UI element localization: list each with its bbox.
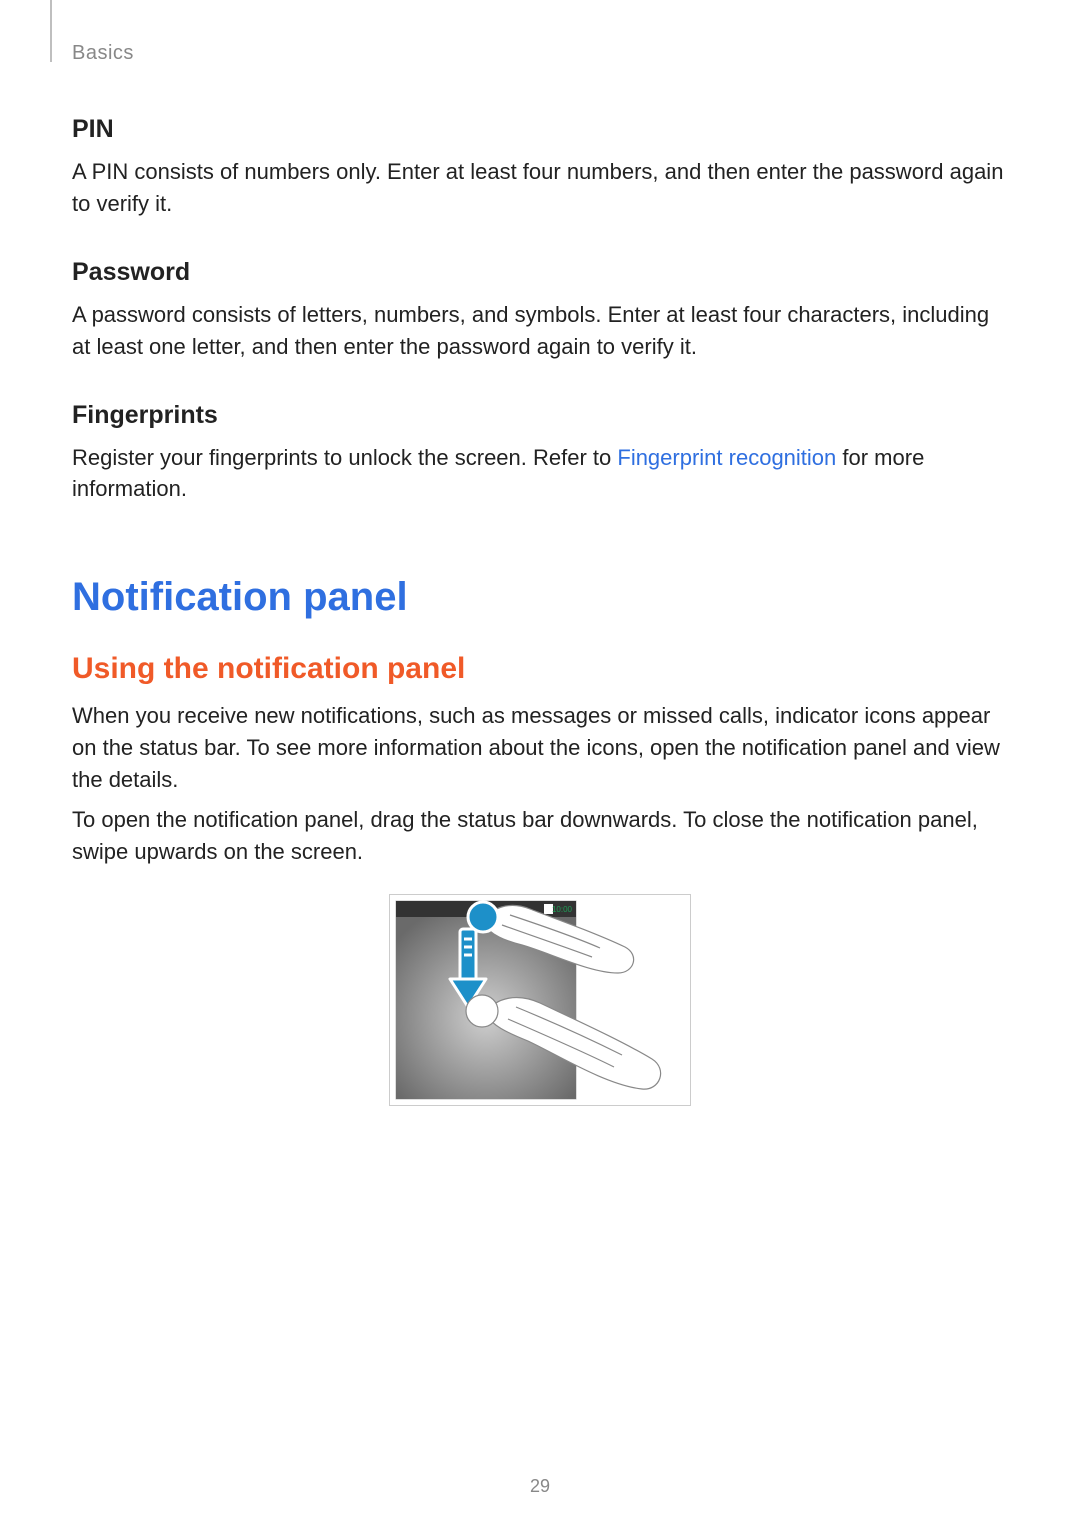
notif-p1: When you receive new notifications, such… bbox=[72, 700, 1008, 796]
page-number: 29 bbox=[0, 1476, 1080, 1497]
section-body-password: A password consists of letters, numbers,… bbox=[72, 299, 1008, 363]
section-heading-fingerprints: Fingerprints bbox=[72, 401, 1008, 430]
notif-p2: To open the notification panel, drag the… bbox=[72, 804, 1008, 868]
status-time: 10:00 bbox=[552, 905, 573, 914]
section-heading-password: Password bbox=[72, 258, 1008, 287]
swipe-down-illustration: 10:00 bbox=[389, 894, 691, 1106]
section-subtitle: Using the notification panel bbox=[72, 652, 1008, 686]
header-vertical-rule bbox=[50, 0, 52, 62]
fingerprints-pre: Register your fingerprints to unlock the… bbox=[72, 445, 617, 470]
fingerprint-recognition-link[interactable]: Fingerprint recognition bbox=[617, 445, 836, 470]
section-body-fingerprints: Register your fingerprints to unlock the… bbox=[72, 442, 1008, 506]
section-heading-pin: PIN bbox=[72, 115, 1008, 144]
page-title: Notification panel bbox=[72, 575, 1008, 620]
section-body-pin: A PIN consists of numbers only. Enter at… bbox=[72, 156, 1008, 220]
breadcrumb: Basics bbox=[72, 42, 1008, 65]
